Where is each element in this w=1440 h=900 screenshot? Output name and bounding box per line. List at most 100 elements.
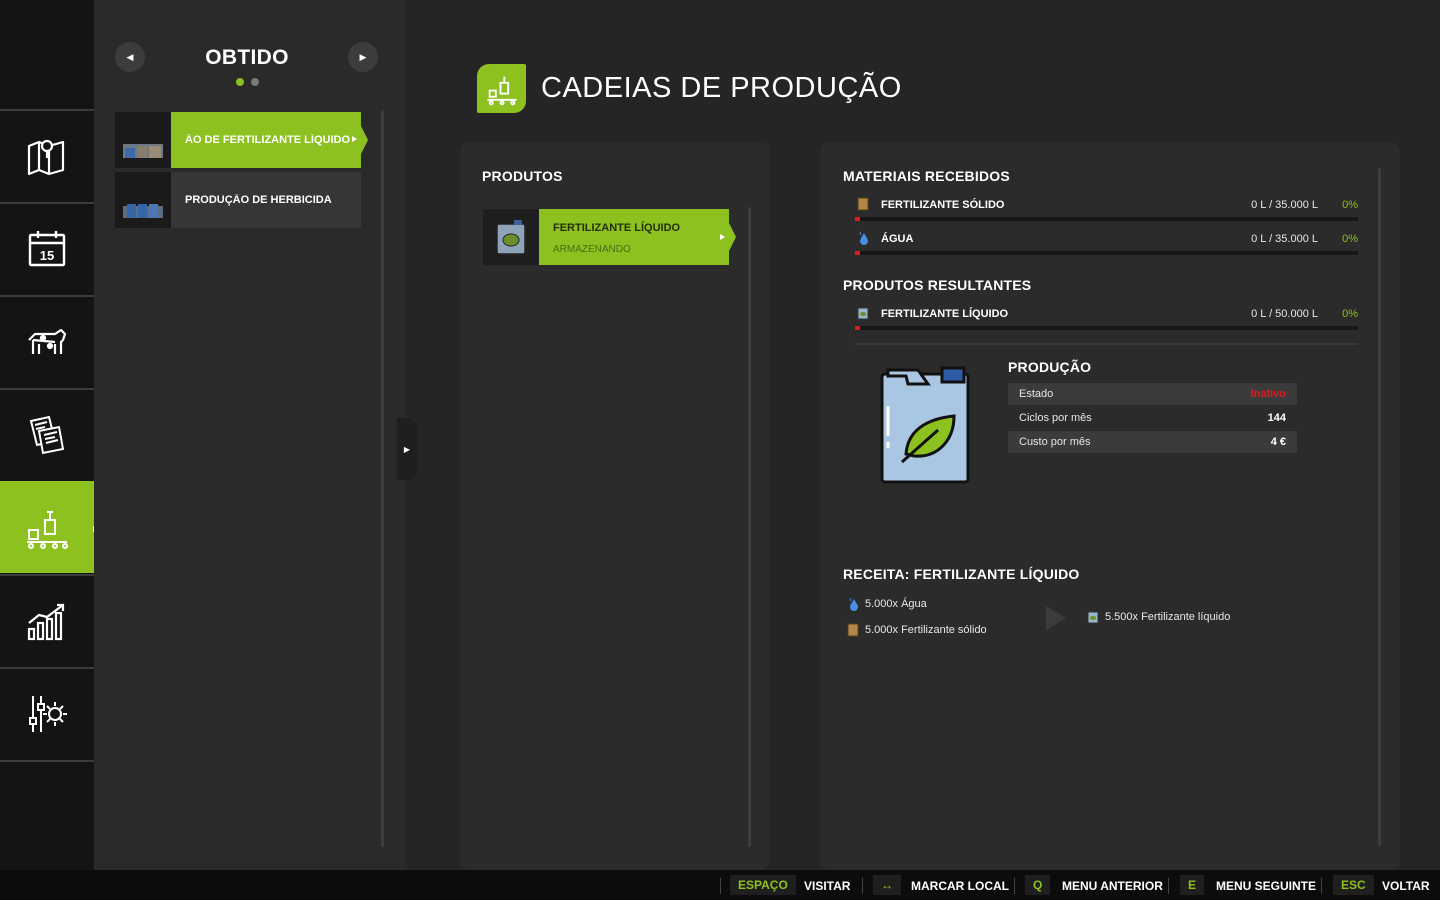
recipe-arrow-icon	[1046, 606, 1066, 630]
products-scrollbar[interactable]	[748, 207, 751, 847]
products-heading: PRODUTOS	[482, 168, 563, 184]
chain-item-label: PRODUÇÃO DE HERBICIDA	[185, 194, 332, 206]
nav-map[interactable]	[0, 109, 94, 201]
factory-thumbnail	[115, 172, 171, 228]
footer-separator	[1168, 878, 1169, 894]
material-percent: 0%	[1342, 233, 1358, 245]
production-key: Custo por mês	[1019, 436, 1091, 448]
recipe-output: 5.500x Fertilizante líquido	[1087, 610, 1230, 624]
animals-icon	[28, 328, 67, 354]
production-value: 144	[1267, 412, 1286, 424]
key-space[interactable]: ESPAÇO	[730, 875, 796, 895]
next-menu-button[interactable]: MENU SEGUINTE	[1216, 879, 1316, 893]
footer-separator	[1014, 878, 1015, 894]
material-amount: 0 L / 50.000 L	[1251, 308, 1318, 320]
chain-item-liquid-fertilizer[interactable]: ÃO DE FERTILIZANTE LÍQUIDO	[115, 112, 368, 168]
calendar-icon: 15	[28, 231, 66, 267]
page-dot-active[interactable]	[236, 78, 244, 86]
section-divider	[855, 343, 1358, 345]
liquid-fertilizer-icon	[857, 307, 869, 320]
recipe-heading: RECEITA: FERTILIZANTE LÍQUIDO	[843, 566, 1080, 582]
liquid-fertilizer-large-icon	[878, 366, 974, 486]
input-row-solid-fertilizer: FERTILIZANTE SÓLIDO 0 L / 35.000 L 0%	[855, 197, 1358, 227]
caret-right-icon	[352, 136, 357, 142]
production-row-state: Estado Inativo	[1008, 383, 1297, 405]
recipe-input-label: 5.000x Fertilizante sólido	[865, 624, 987, 636]
recipe-input-solid-fertilizer: 5.000x Fertilizante sólido	[847, 623, 987, 637]
svg-text:15: 15	[40, 248, 54, 263]
nav-production[interactable]	[0, 481, 104, 573]
key-arrows[interactable]: ↔	[873, 875, 901, 895]
material-name: ÁGUA	[881, 233, 914, 245]
recipe-output-label: 5.500x Fertilizante líquido	[1105, 611, 1231, 623]
rail-divider	[0, 760, 94, 762]
production-key: Estado	[1019, 388, 1054, 400]
fertilizer-bag-icon	[847, 623, 859, 637]
chain-item-label: ÃO DE FERTILIZANTE LÍQUIDO	[185, 134, 350, 146]
production-key: Ciclos por mês	[1019, 412, 1092, 424]
material-amount: 0 L / 35.000 L	[1251, 199, 1318, 211]
caret-right-icon	[720, 234, 725, 240]
output-row-liquid-fertilizer: FERTILIZANTE LÍQUIDO 0 L / 50.000 L 0%	[855, 306, 1358, 336]
material-percent: 0%	[1342, 199, 1358, 211]
nav-contracts[interactable]	[0, 388, 94, 480]
arrow-right-icon: ▶	[403, 444, 411, 454]
back-button[interactable]: VOLTAR	[1382, 879, 1430, 893]
key-esc[interactable]: ESC	[1333, 875, 1374, 895]
collapse-panel-button[interactable]: ▶	[397, 418, 417, 480]
chain-list-panel: ◀ OBTIDO ▶ ÃO DE FERTILIZANTE LÍQUIDO PR…	[94, 0, 405, 870]
nav-animals[interactable]	[0, 295, 94, 387]
details-scrollbar[interactable]	[1378, 168, 1381, 846]
recipe-input-water: 5.000x Água	[847, 597, 927, 611]
production-value: 4 €	[1270, 436, 1286, 448]
material-fill-bar	[855, 326, 1358, 330]
key-q[interactable]: Q	[1025, 875, 1051, 895]
page-dot[interactable]	[251, 78, 259, 86]
nav-settings[interactable]	[0, 667, 94, 759]
material-amount: 0 L / 35.000 L	[1251, 233, 1318, 245]
material-fill-bar	[855, 217, 1358, 221]
footer-separator	[862, 878, 863, 894]
statistics-icon	[27, 603, 65, 641]
liquid-fertilizer-icon	[1087, 611, 1099, 624]
product-name: FERTILIZANTE LÍQUIDO	[553, 222, 681, 234]
footer-action-bar: ESPAÇO VISITAR ↔ MARCAR LOCAL Q MENU ANT…	[0, 870, 1440, 900]
jerrycan-icon	[483, 209, 539, 265]
recipe-input-label: 5.000x Água	[865, 598, 927, 610]
chain-item-herbicide[interactable]: PRODUÇÃO DE HERBICIDA	[115, 172, 361, 228]
fertilizer-bag-icon	[857, 197, 869, 211]
next-category-button[interactable]: ▶	[348, 42, 378, 72]
material-percent: 0%	[1342, 308, 1358, 320]
input-row-water: ÁGUA 0 L / 35.000 L 0%	[855, 231, 1358, 261]
production-icon	[27, 511, 68, 549]
factory-thumbnail	[115, 112, 171, 168]
production-row-cost: Custo por mês 4 €	[1008, 431, 1297, 453]
footer-separator	[1321, 878, 1322, 894]
key-e[interactable]: E	[1180, 875, 1205, 895]
previous-menu-button[interactable]: MENU ANTERIOR	[1062, 879, 1163, 893]
nav-calendar[interactable]: 15	[0, 202, 94, 294]
product-status: ARMAZENANDO	[553, 244, 631, 255]
footer-separator	[720, 878, 721, 894]
arrow-right-icon: ▶	[359, 51, 367, 62]
production-title-icon	[477, 64, 526, 113]
map-icon	[27, 139, 65, 176]
inputs-heading: MATERIAIS RECEBIDOS	[843, 168, 1010, 184]
production-heading: PRODUÇÃO	[1008, 359, 1092, 375]
material-name: FERTILIZANTE SÓLIDO	[881, 199, 1005, 211]
water-drop-icon	[859, 231, 868, 245]
chain-list-scrollbar[interactable]	[381, 110, 384, 847]
nav-statistics[interactable]	[0, 574, 94, 666]
visit-button[interactable]: VISITAR	[804, 879, 850, 893]
outputs-heading: PRODUTOS RESULTANTES	[843, 277, 1032, 293]
settings-icon	[29, 696, 67, 732]
water-drop-icon	[849, 597, 858, 611]
product-item-liquid-fertilizer[interactable]: FERTILIZANTE LÍQUIDO ARMAZENANDO	[483, 209, 736, 265]
mark-location-button[interactable]: MARCAR LOCAL	[911, 879, 1009, 893]
material-name: FERTILIZANTE LÍQUIDO	[881, 308, 1009, 320]
material-fill-bar	[855, 251, 1358, 255]
contracts-icon	[29, 415, 65, 455]
page-title: CADEIAS DE PRODUÇÃO	[541, 72, 902, 104]
production-chains-screen: 15 ◀ OBTIDO ▶ ÃO DE FERTILIZANTE LÍQUIDO…	[0, 0, 1440, 900]
main-nav-rail: 15	[0, 0, 104, 870]
